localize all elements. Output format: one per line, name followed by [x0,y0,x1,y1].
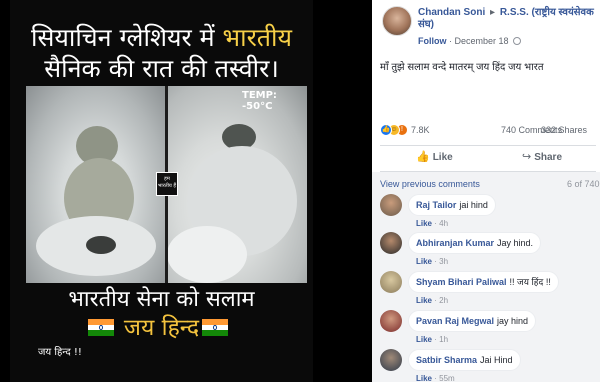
comment-text: jay hind [497,316,529,326]
post-meta: Follow · December 18 [418,36,522,46]
comment-item: Satbir Sharma Jai Hind Like · 55m [380,349,596,382]
comment-bubble: Satbir Sharma Jai Hind [408,349,521,371]
poster-title-line1: सियाचिन ग्लेशियर में भारतीय [30,23,293,52]
comment-text: !! जय हिंद !! [509,277,551,287]
comment-like-link[interactable]: Like [416,374,432,382]
jai-hind-text: जय हिन्द [123,315,200,341]
share-arrow-icon: ↪ [522,151,532,163]
comment-item: Pavan Raj Megwal jay hind Like · 1h [380,310,596,354]
comment-time[interactable]: 2h [439,296,448,305]
commenter-avatar[interactable] [380,310,402,332]
post-date[interactable]: December 18 [455,36,509,46]
comment-meta: Like · 4h [416,219,449,228]
like-icon[interactable]: 👍 [380,124,392,136]
comment-meta: Like · 3h [416,257,449,266]
rifle [86,236,116,254]
divider [380,145,596,146]
like-button[interactable]: 👍 Like [416,150,453,166]
commenter-avatar[interactable] [380,349,402,371]
post-header: Chandan Soni ▸ R.S.S. (राष्ट्रीय स्वयंसे… [418,7,598,31]
comment-bubble: Shyam Bihari Paliwal!! जय हिंद !! [408,271,559,293]
comment-like-link[interactable]: Like [416,335,432,344]
comment-item: Abhiranjan Kumar Jay hind. Like · 3h [380,232,596,276]
salute-text: भारतीय सेना को सलाम [68,287,255,312]
commenter-name-link[interactable]: Raj Tailor [416,200,456,210]
arrow-right-icon: ▸ [490,7,496,18]
soldier-photo-left [26,86,166,283]
comment-bubble: Pavan Raj Megwal jay hind [408,310,537,332]
commenter-avatar[interactable] [380,271,402,293]
commenter-avatar[interactable] [380,232,402,254]
post-image[interactable]: सियाचिन ग्लेशियर में भारतीय सैनिक की रात… [0,0,372,382]
comment-text: Jay hind. [497,238,534,248]
thumbs-up-icon: 👍 [416,151,430,163]
comment-like-link[interactable]: Like [416,296,432,305]
comment-page-count: 6 of 740 [567,179,600,189]
watermark-badge: हम भारतीय हैं [156,172,178,196]
image-caption: जय हिन्द !! [38,347,82,358]
comment-bubble: Raj Tailor jai hind [408,194,496,216]
comment-meta: Like · 55m [416,374,455,382]
comment-time[interactable]: 3h [439,257,448,266]
comment-like-link[interactable]: Like [416,219,432,228]
comments-section: View previous comments 6 of 740 Raj Tail… [372,172,600,382]
snow-drift [167,226,247,283]
commenter-name-link[interactable]: Abhiranjan Kumar [416,238,494,248]
comment-like-link[interactable]: Like [416,257,432,266]
follow-link[interactable]: Follow [418,36,447,46]
comment-time[interactable]: 1h [439,335,448,344]
soldier-photo: TEMP: -50°C हम भारतीय हैं [26,86,307,283]
poster: सियाचिन ग्लेशियर में भारतीय सैनिक की रात… [10,0,313,382]
globe-icon [513,37,522,45]
comment-time[interactable]: 55m [439,374,455,382]
comment-bubble: Abhiranjan Kumar Jay hind. [408,232,542,254]
commenter-name-link[interactable]: Shyam Bihari Paliwal [416,277,507,287]
comment-meta: Like · 1h [416,335,449,344]
comment-meta: Like · 2h [416,296,449,305]
commenter-avatar[interactable] [380,194,402,216]
soldier-photo-right [167,86,307,283]
poster-title-line2: सैनिक की रात की तस्वीर। [44,54,279,83]
india-flag-icon [202,319,228,337]
comment-time[interactable]: 4h [439,219,448,228]
comment-text: jai hind [459,200,488,210]
share-count-link[interactable]: 332 Shares [541,125,587,135]
author-name-link[interactable]: Chandan Soni [418,7,485,18]
comment-text: Jai Hind [480,355,513,365]
commenter-name-link[interactable]: Satbir Sharma [416,355,477,365]
temperature-label: TEMP: -50°C [242,90,277,112]
reaction-count[interactable]: 7.8K [411,125,430,135]
reactions-bar: 👍 ☺ ! 7.8K 740 Comments 332 Shares [380,124,596,138]
commenter-name-link[interactable]: Pavan Raj Megwal [416,316,494,326]
share-button[interactable]: ↪ Share [522,150,562,166]
comment-item: Shyam Bihari Paliwal!! जय हिंद !! Like ·… [380,271,596,315]
view-previous-comments-link[interactable]: View previous comments [380,179,480,189]
post-text: माँ तुझे सलाम वन्दे मातरम् जय हिंद जय भा… [380,62,544,73]
post-panel: Chandan Soni ▸ R.S.S. (राष्ट्रीय स्वयंसे… [372,0,600,382]
author-avatar[interactable] [382,6,412,36]
